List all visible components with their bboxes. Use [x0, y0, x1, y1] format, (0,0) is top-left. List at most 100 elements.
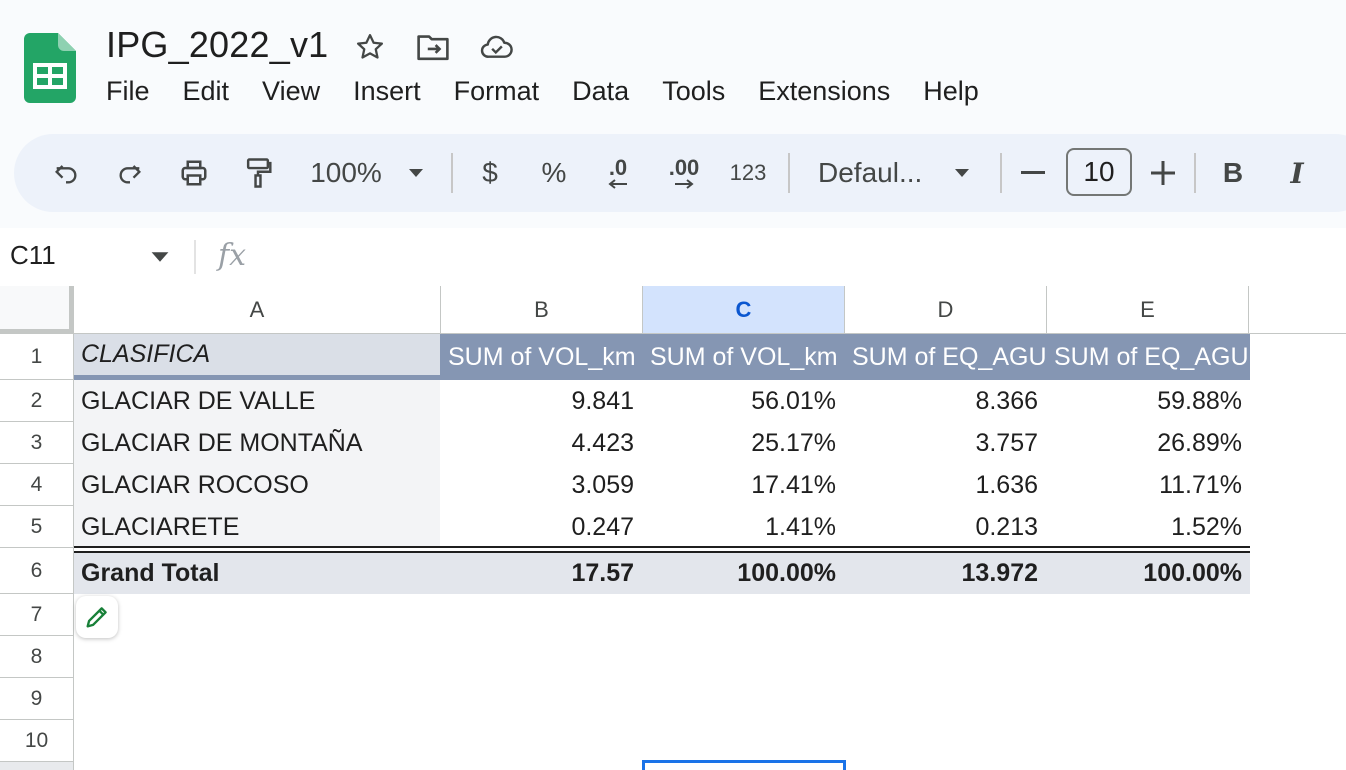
spreadsheet-grid: A B C D E 1 2 3 4 5 6 7 8 9 10 CLASIFICA…	[0, 286, 1346, 770]
menu-tools[interactable]: Tools	[662, 76, 725, 107]
cell-c6[interactable]: 100.00%	[642, 553, 844, 594]
cell-e1[interactable]: SUM of EQ_AGU	[1046, 334, 1250, 380]
cell-a3[interactable]: GLACIAR DE MONTAÑA	[74, 422, 440, 464]
menu-edit[interactable]: Edit	[183, 76, 230, 107]
title-bar: IPG_2022_v1 File Edit View Insert Format…	[0, 0, 1346, 128]
cell-d1[interactable]: SUM of EQ_AGU	[844, 334, 1046, 380]
row-header-4[interactable]: 4	[0, 464, 74, 506]
decrease-decimals-button[interactable]: .0	[598, 134, 638, 212]
row-header-11[interactable]	[0, 762, 74, 770]
menu-help[interactable]: Help	[923, 76, 979, 107]
menu-extensions[interactable]: Extensions	[758, 76, 890, 107]
pencil-icon	[86, 607, 107, 628]
row-header-6[interactable]: 6	[0, 548, 74, 594]
decrease-decimals-label: .0	[608, 155, 628, 180]
cell-c1[interactable]: SUM of VOL_km	[642, 334, 844, 380]
cell-c5[interactable]: 1.41%	[642, 506, 844, 548]
percent-format-button[interactable]: %	[538, 134, 570, 212]
name-box[interactable]: C11	[10, 240, 56, 271]
row-header-7[interactable]: 7	[0, 594, 74, 636]
menu-data[interactable]: Data	[572, 76, 629, 107]
increase-decimals-button[interactable]: .00	[660, 134, 708, 212]
row-header-2[interactable]: 2	[0, 380, 74, 422]
total-divider	[74, 546, 1250, 553]
menu-view[interactable]: View	[262, 76, 320, 107]
cell-b2[interactable]: 9.841	[440, 380, 642, 422]
cell-e3[interactable]: 26.89%	[1046, 422, 1250, 464]
cell-b1[interactable]: SUM of VOL_km	[440, 334, 642, 380]
row-header-5[interactable]: 5	[0, 506, 74, 548]
column-header-e[interactable]: E	[1047, 286, 1249, 334]
cell-b5[interactable]: 0.247	[440, 506, 642, 548]
currency-format-button[interactable]: $	[474, 134, 506, 212]
italic-button[interactable]: I	[1282, 134, 1312, 212]
cell-a2[interactable]: GLACIAR DE VALLE	[74, 380, 440, 422]
increase-decimals-label: .00	[668, 155, 700, 180]
cell-a5[interactable]: GLACIARETE	[74, 506, 440, 548]
toolbar-separator	[1000, 153, 1002, 193]
fx-icon: fx	[218, 238, 247, 273]
font-dropdown-icon[interactable]	[950, 134, 974, 212]
menu-bar: File Edit View Insert Format Data Tools …	[106, 76, 1012, 107]
sheets-logo-icon[interactable]	[24, 33, 76, 103]
document-title[interactable]: IPG_2022_v1	[106, 24, 328, 66]
pivot-edit-button[interactable]	[76, 596, 118, 638]
cell-a1[interactable]: CLASIFICA	[74, 334, 440, 380]
cell-b3[interactable]: 4.423	[440, 422, 642, 464]
toolbar: 100% $ % .0 .00 123 Defaul... 10 B I	[14, 134, 1346, 212]
row-header-1[interactable]: 1	[0, 334, 74, 380]
undo-icon[interactable]	[48, 134, 84, 212]
more-formats-button[interactable]: 123	[726, 134, 770, 212]
cell-b6[interactable]: 17.57	[440, 553, 642, 594]
cell-c3[interactable]: 25.17%	[642, 422, 844, 464]
cell-d2[interactable]: 8.366	[844, 380, 1046, 422]
cell-e2[interactable]: 59.88%	[1046, 380, 1250, 422]
menu-file[interactable]: File	[106, 76, 150, 107]
cell-e4[interactable]: 11.71%	[1046, 464, 1250, 506]
arrow-right-icon	[675, 179, 694, 189]
cell-d5[interactable]: 0.213	[844, 506, 1046, 548]
row-header-10[interactable]: 10	[0, 720, 74, 762]
cloud-saved-icon[interactable]	[480, 30, 514, 64]
column-header-f[interactable]	[1249, 286, 1346, 334]
cell-a6[interactable]: Grand Total	[74, 553, 440, 594]
font-select[interactable]: Defaul...	[818, 134, 930, 212]
name-box-dropdown-icon[interactable]	[150, 250, 170, 268]
minus-icon[interactable]	[1018, 134, 1048, 212]
menu-insert[interactable]: Insert	[353, 76, 421, 107]
toolbar-separator	[451, 153, 453, 193]
toolbar-separator	[788, 153, 790, 193]
column-header-a[interactable]: A	[74, 286, 441, 334]
column-header-d[interactable]: D	[845, 286, 1047, 334]
bold-button[interactable]: B	[1218, 134, 1248, 212]
paint-format-icon[interactable]	[240, 134, 276, 212]
star-icon[interactable]	[353, 30, 387, 64]
cell-b4[interactable]: 3.059	[440, 464, 642, 506]
row-header-9[interactable]: 9	[0, 678, 74, 720]
formula-bar: C11 fx	[0, 228, 1346, 286]
cell-e6[interactable]: 100.00%	[1046, 553, 1250, 594]
redo-icon[interactable]	[112, 134, 148, 212]
font-size-input[interactable]: 10	[1066, 148, 1132, 196]
cell-a4[interactable]: GLACIAR ROCOSO	[74, 464, 440, 506]
cell-d4[interactable]: 1.636	[844, 464, 1046, 506]
formula-separator	[194, 240, 196, 274]
selected-cell-c11[interactable]	[642, 760, 846, 770]
cell-e5[interactable]: 1.52%	[1046, 506, 1250, 548]
cell-d3[interactable]: 3.757	[844, 422, 1046, 464]
column-header-c[interactable]: C	[643, 286, 845, 334]
column-header-b[interactable]: B	[441, 286, 643, 334]
row-header-3[interactable]: 3	[0, 422, 74, 464]
cell-d6[interactable]: 13.972	[844, 553, 1046, 594]
zoom-dropdown-icon[interactable]	[404, 134, 428, 212]
select-all-corner[interactable]	[0, 286, 74, 334]
print-icon[interactable]	[176, 134, 212, 212]
move-to-folder-icon[interactable]	[416, 30, 450, 64]
menu-format[interactable]: Format	[454, 76, 540, 107]
row-header-8[interactable]: 8	[0, 636, 74, 678]
zoom-select[interactable]: 100%	[306, 134, 386, 212]
plus-icon[interactable]	[1148, 134, 1178, 212]
cell-c4[interactable]: 17.41%	[642, 464, 844, 506]
cell-c2[interactable]: 56.01%	[642, 380, 844, 422]
arrow-left-icon	[608, 179, 627, 189]
